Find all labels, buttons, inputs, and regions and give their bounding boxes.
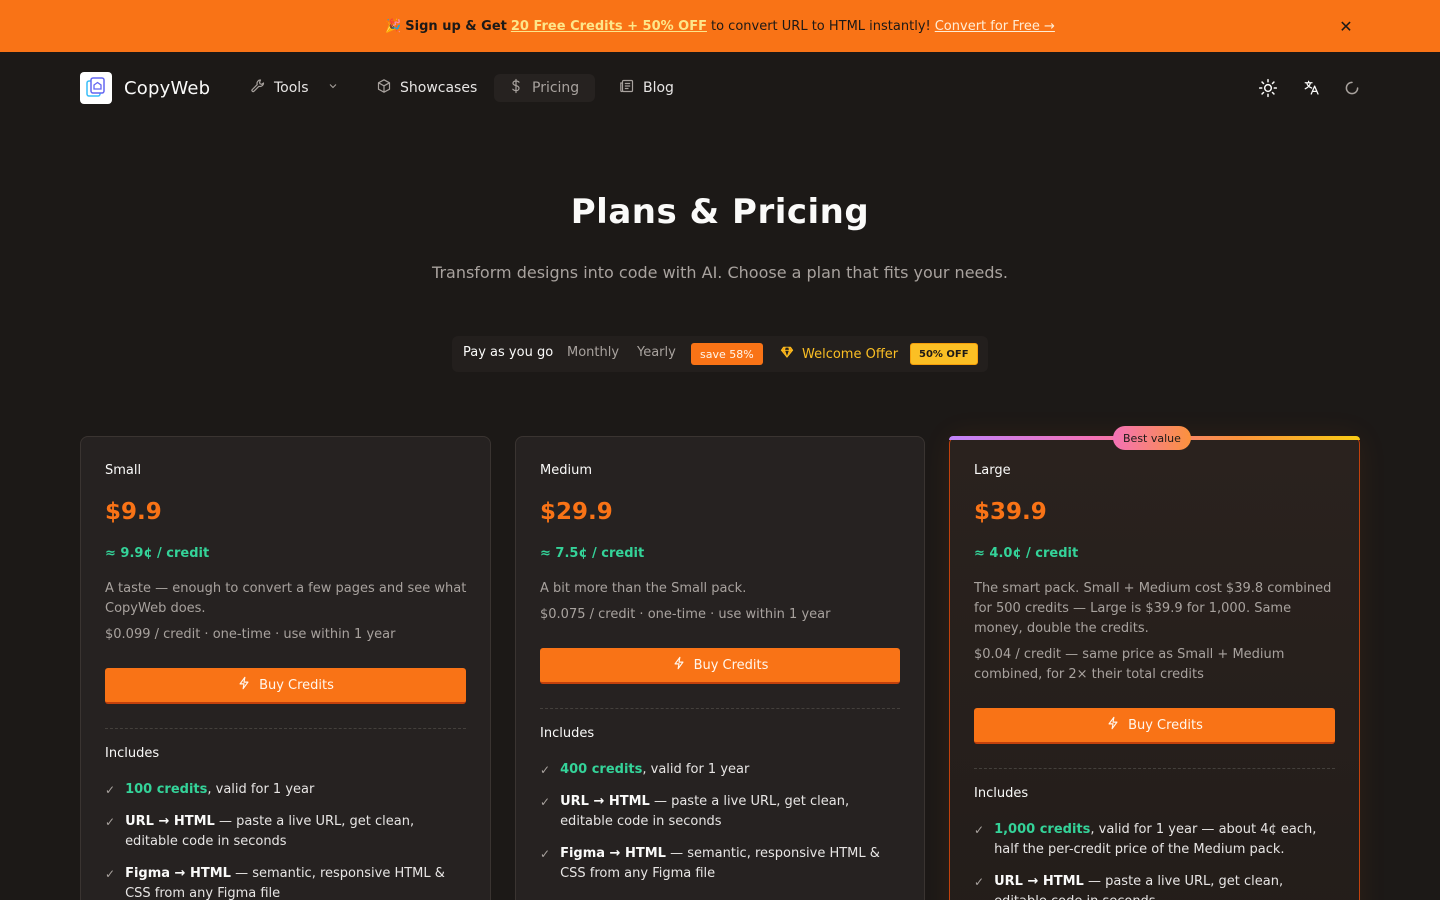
buy-credits-button[interactable]: Buy Credits <box>974 708 1335 744</box>
buy-credits-label: Buy Credits <box>259 677 334 693</box>
banner-strong-text: Sign up & Get <box>405 18 507 34</box>
plan-description: The smart pack. Small + Medium cost $39.… <box>974 581 1332 636</box>
lightning-icon <box>237 676 251 694</box>
plan-name: Large <box>974 463 1011 478</box>
plan-card-medium: Medium $29.9 ≈ 7.5¢ / credit A bit more … <box>515 436 925 900</box>
per-credit-price: ≈ 9.9¢ / credit <box>105 546 210 561</box>
feature-item: ✓ 100 credits, valid for 1 year <box>105 780 467 800</box>
feature-item: ✓ 400 credits, valid for 1 year <box>540 760 902 780</box>
tab-pay-as-you-go[interactable]: Pay as you go <box>463 345 553 360</box>
check-icon: ✓ <box>540 763 551 777</box>
party-emoji: 🎉 <box>385 18 402 34</box>
sun-icon[interactable] <box>1256 76 1280 100</box>
translate-icon[interactable] <box>1300 76 1324 100</box>
buy-credits-label: Buy Credits <box>1128 717 1203 733</box>
feature-item: ✓ Figma → HTML — semantic, responsive HT… <box>105 864 467 900</box>
nav-tools-label: Tools <box>274 80 309 96</box>
includes-heading: Includes <box>540 726 595 741</box>
logo-icon <box>80 72 112 104</box>
buy-credits-button[interactable]: Buy Credits <box>540 648 900 684</box>
plan-card-large: Best value Large $39.9 ≈ 4.0¢ / credit T… <box>949 426 1360 900</box>
banner-cta-link[interactable]: Convert for Free → <box>935 19 1055 34</box>
save-badge: save 58% <box>691 343 763 365</box>
plan-price: $29.9 <box>540 499 613 525</box>
nav-tools[interactable]: Tools <box>244 74 345 102</box>
promo-banner: 🎉 Sign up & Get 20 Free Credits + 50% OF… <box>0 0 1440 52</box>
welcome-offer-label: Welcome Offer <box>802 346 899 362</box>
check-icon: ✓ <box>540 795 551 809</box>
banner-promo-link[interactable]: 20 Free Credits + 50% OFF <box>511 19 707 34</box>
spinner-icon <box>1340 76 1364 100</box>
plan-note: $0.04 / credit — same price as Small + M… <box>974 647 1285 682</box>
gem-icon <box>780 345 794 363</box>
page-title: Plans & Pricing <box>570 192 870 232</box>
welcome-offer[interactable]: Welcome Offer <box>780 345 898 363</box>
check-icon: ✓ <box>974 875 985 889</box>
lightning-icon <box>1106 716 1120 734</box>
wrench-icon <box>250 78 266 98</box>
plan-card-small: Small $9.9 ≈ 9.9¢ / credit A taste — eno… <box>80 436 491 900</box>
check-icon: ✓ <box>540 847 551 861</box>
check-icon: ✓ <box>974 823 985 837</box>
feature-item: ✓ 1,000 credits, valid for 1 year — abou… <box>974 820 1336 860</box>
nav-showcases-label: Showcases <box>400 80 478 96</box>
plan-note: $0.075 / credit · one-time · use within … <box>540 607 831 622</box>
divider <box>105 728 466 729</box>
nav-showcases[interactable]: Showcases <box>370 74 483 102</box>
includes-heading: Includes <box>105 746 160 761</box>
plan-price: $39.9 <box>974 499 1047 525</box>
nav-blog[interactable]: Blog <box>613 74 680 102</box>
best-value-badge: Best value <box>1113 426 1191 450</box>
nav-pricing[interactable]: Pricing <box>494 74 596 102</box>
page-subtitle: Transform designs into code with AI. Cho… <box>432 263 1008 282</box>
nav-blog-label: Blog <box>643 80 674 96</box>
includes-heading: Includes <box>974 786 1029 801</box>
check-icon: ✓ <box>105 867 116 881</box>
divider <box>974 768 1335 769</box>
buy-credits-label: Buy Credits <box>693 657 769 673</box>
check-icon: ✓ <box>105 783 116 797</box>
close-icon[interactable]: ✕ <box>1336 16 1356 36</box>
feature-item: ✓ URL → HTML — paste a live URL, get cle… <box>974 872 1336 900</box>
check-icon: ✓ <box>105 815 116 829</box>
cube-icon <box>376 78 392 98</box>
banner-text: to convert URL to HTML instantly! <box>710 18 931 34</box>
per-credit-price: ≈ 4.0¢ / credit <box>974 546 1079 561</box>
billing-toggle: Pay as you go Monthly Yearly save 58% We… <box>452 336 988 372</box>
plan-description: A taste — enough to convert a few pages … <box>105 581 467 616</box>
dollar-icon <box>508 78 524 98</box>
lightning-icon <box>672 656 686 674</box>
discount-badge: 50% OFF <box>910 343 978 365</box>
per-credit-price: ≈ 7.5¢ / credit <box>540 546 645 561</box>
tab-yearly[interactable]: Yearly <box>637 345 676 360</box>
feature-item: ✓ Figma → HTML — semantic, responsive HT… <box>540 844 902 884</box>
plan-note: $0.099 / credit · one-time · use within … <box>105 627 396 642</box>
plan-name: Small <box>105 463 142 478</box>
plan-name: Medium <box>540 463 592 478</box>
chevron-down-icon <box>327 80 339 96</box>
plan-price: $9.9 <box>105 499 162 525</box>
buy-credits-button[interactable]: Buy Credits <box>105 668 466 704</box>
tab-monthly[interactable]: Monthly <box>567 345 619 360</box>
feature-item: ✓ URL → HTML — paste a live URL, get cle… <box>105 812 467 852</box>
feature-item: ✓ URL → HTML — paste a live URL, get cle… <box>540 792 902 832</box>
brand-name: CopyWeb <box>124 77 211 99</box>
plan-description: A bit more than the Small pack. <box>540 581 747 596</box>
newspaper-icon <box>619 78 635 98</box>
nav-pricing-label: Pricing <box>532 80 580 96</box>
top-nav: CopyWeb Tools Showcases Pricing Blog <box>0 52 1440 124</box>
divider <box>540 708 900 709</box>
brand-logo[interactable]: CopyWeb <box>80 72 210 104</box>
